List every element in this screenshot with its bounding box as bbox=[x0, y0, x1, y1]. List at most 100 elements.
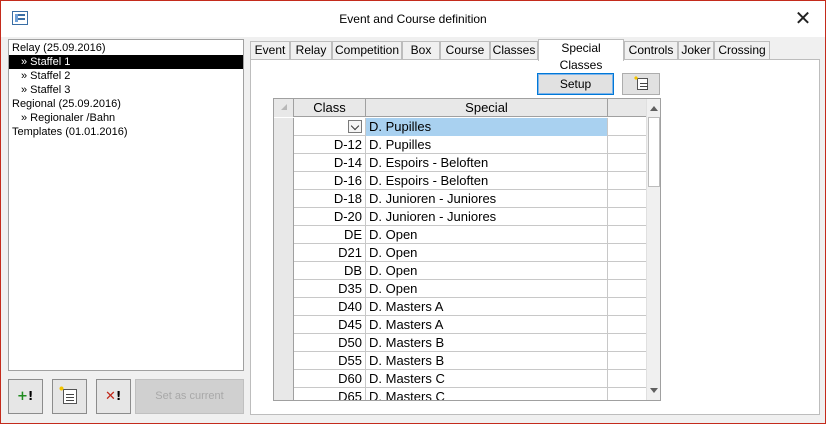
table-row[interactable]: D65 D. Masters C bbox=[274, 388, 646, 400]
row-selector[interactable] bbox=[274, 154, 294, 172]
class-cell[interactable]: D45 bbox=[294, 316, 366, 334]
special-cell[interactable]: D. Junioren - Juniores bbox=[366, 208, 608, 226]
tree-item[interactable]: Relay (25.09.2016) bbox=[9, 41, 243, 55]
table-row[interactable]: D-18 D. Junioren - Juniores bbox=[274, 190, 646, 208]
special-cell[interactable]: D. Masters C bbox=[366, 388, 608, 400]
scroll-up-icon[interactable] bbox=[647, 101, 660, 116]
row-selector[interactable] bbox=[274, 334, 294, 352]
row-selector[interactable] bbox=[274, 190, 294, 208]
column-header-class[interactable]: Class bbox=[294, 99, 366, 117]
class-cell[interactable]: D-14 bbox=[294, 154, 366, 172]
special-classes-grid[interactable]: Class Special D. Pupilles D-12 D. Pupilles… bbox=[273, 98, 661, 401]
row-selector[interactable] bbox=[274, 352, 294, 370]
table-row[interactable]: D. Pupilles bbox=[274, 118, 646, 136]
special-cell[interactable]: D. Open bbox=[366, 244, 608, 262]
class-cell[interactable] bbox=[294, 118, 366, 136]
table-row[interactable]: D35 D. Open bbox=[274, 280, 646, 298]
row-selector[interactable] bbox=[274, 226, 294, 244]
class-dropdown-icon[interactable] bbox=[348, 120, 362, 133]
class-cell[interactable]: D21 bbox=[294, 244, 366, 262]
special-cell[interactable]: D. Pupilles bbox=[366, 118, 608, 136]
class-cell[interactable]: D-18 bbox=[294, 190, 366, 208]
close-button[interactable]: ✕ bbox=[791, 6, 815, 30]
table-row[interactable]: D50 D. Masters B bbox=[274, 334, 646, 352]
row-selector[interactable] bbox=[274, 370, 294, 388]
row-selector[interactable] bbox=[274, 298, 294, 316]
tab-joker[interactable]: Joker bbox=[678, 41, 714, 60]
class-cell[interactable]: DE bbox=[294, 226, 366, 244]
scroll-thumb[interactable] bbox=[648, 117, 660, 187]
special-cell[interactable]: D. Open bbox=[366, 280, 608, 298]
new-record-button[interactable] bbox=[52, 379, 87, 414]
special-cell[interactable]: D. Junioren - Juniores bbox=[366, 190, 608, 208]
table-row[interactable]: D40 D. Masters A bbox=[274, 298, 646, 316]
tab-course[interactable]: Course bbox=[440, 41, 490, 60]
tab-relay[interactable]: Relay bbox=[290, 41, 332, 60]
row-selector[interactable] bbox=[274, 172, 294, 190]
class-cell[interactable]: D65 bbox=[294, 388, 366, 400]
special-cell[interactable]: D. Masters B bbox=[366, 352, 608, 370]
tab-classes[interactable]: Classes bbox=[490, 41, 538, 60]
class-cell[interactable]: D55 bbox=[294, 352, 366, 370]
row-selector[interactable] bbox=[274, 388, 294, 400]
tab-special-classes[interactable]: Special Classes bbox=[538, 39, 624, 72]
delete-event-button[interactable]: ✕! bbox=[96, 379, 131, 414]
table-row[interactable]: D-20 D. Junioren - Juniores bbox=[274, 208, 646, 226]
row-selector[interactable] bbox=[274, 244, 294, 262]
tree-item[interactable]: » Staffel 2 bbox=[9, 69, 243, 83]
class-cell[interactable]: D35 bbox=[294, 280, 366, 298]
tree-item[interactable]: Regional (25.09.2016) bbox=[9, 97, 243, 111]
class-cell[interactable]: D-20 bbox=[294, 208, 366, 226]
table-row[interactable]: D45 D. Masters A bbox=[274, 316, 646, 334]
special-cell[interactable]: D. Espoirs - Beloften bbox=[366, 172, 608, 190]
tree-item[interactable]: » Staffel 1 bbox=[9, 55, 243, 69]
tab-box[interactable]: Box bbox=[402, 41, 440, 60]
vertical-scrollbar[interactable] bbox=[646, 99, 660, 400]
special-cell[interactable]: D. Masters B bbox=[366, 334, 608, 352]
tab-crossing[interactable]: Crossing bbox=[714, 41, 770, 60]
table-row[interactable]: D21 D. Open bbox=[274, 244, 646, 262]
row-selector[interactable] bbox=[274, 262, 294, 280]
title-bar[interactable]: Event and Course definition ✕ bbox=[1, 1, 825, 37]
class-cell[interactable]: D50 bbox=[294, 334, 366, 352]
class-cell[interactable]: D-16 bbox=[294, 172, 366, 190]
tree-item[interactable]: » Regionaler /Bahn bbox=[9, 111, 243, 125]
scroll-down-icon[interactable] bbox=[647, 383, 660, 398]
event-tree[interactable]: Relay (25.09.2016)» Staffel 1» Staffel 2… bbox=[8, 39, 244, 371]
select-all-corner[interactable] bbox=[274, 99, 294, 117]
tab-competition[interactable]: Competition bbox=[332, 41, 402, 60]
tab-controls[interactable]: Controls bbox=[624, 41, 678, 60]
table-row[interactable]: DB D. Open bbox=[274, 262, 646, 280]
row-selector[interactable] bbox=[274, 118, 294, 136]
delete-icon: ✕! bbox=[105, 389, 122, 404]
special-cell[interactable]: D. Open bbox=[366, 262, 608, 280]
table-row[interactable]: DE D. Open bbox=[274, 226, 646, 244]
tree-item[interactable]: Templates (01.01.2016) bbox=[9, 125, 243, 139]
special-cell[interactable]: D. Masters A bbox=[366, 298, 608, 316]
row-selector[interactable] bbox=[274, 208, 294, 226]
special-cell[interactable]: D. Pupilles bbox=[366, 136, 608, 154]
tab-event[interactable]: Event bbox=[250, 41, 290, 60]
tree-item[interactable]: » Staffel 3 bbox=[9, 83, 243, 97]
set-as-current-button[interactable]: Set as current bbox=[135, 379, 244, 414]
row-selector[interactable] bbox=[274, 316, 294, 334]
table-row[interactable]: D60 D. Masters C bbox=[274, 370, 646, 388]
class-cell[interactable]: D-12 bbox=[294, 136, 366, 154]
class-cell[interactable]: D40 bbox=[294, 298, 366, 316]
add-event-button[interactable]: +! bbox=[8, 379, 43, 414]
add-record-button[interactable] bbox=[622, 73, 660, 95]
row-selector[interactable] bbox=[274, 280, 294, 298]
table-row[interactable]: D-16 D. Espoirs - Beloften bbox=[274, 172, 646, 190]
class-cell[interactable]: DB bbox=[294, 262, 366, 280]
table-row[interactable]: D55 D. Masters B bbox=[274, 352, 646, 370]
special-cell[interactable]: D. Masters C bbox=[366, 370, 608, 388]
table-row[interactable]: D-14 D. Espoirs - Beloften bbox=[274, 154, 646, 172]
column-header-special[interactable]: Special bbox=[366, 99, 608, 117]
special-cell[interactable]: D. Masters A bbox=[366, 316, 608, 334]
setup-button[interactable]: Setup bbox=[537, 73, 614, 95]
class-cell[interactable]: D60 bbox=[294, 370, 366, 388]
special-cell[interactable]: D. Open bbox=[366, 226, 608, 244]
special-cell[interactable]: D. Espoirs - Beloften bbox=[366, 154, 608, 172]
table-row[interactable]: D-12 D. Pupilles bbox=[274, 136, 646, 154]
row-selector[interactable] bbox=[274, 136, 294, 154]
